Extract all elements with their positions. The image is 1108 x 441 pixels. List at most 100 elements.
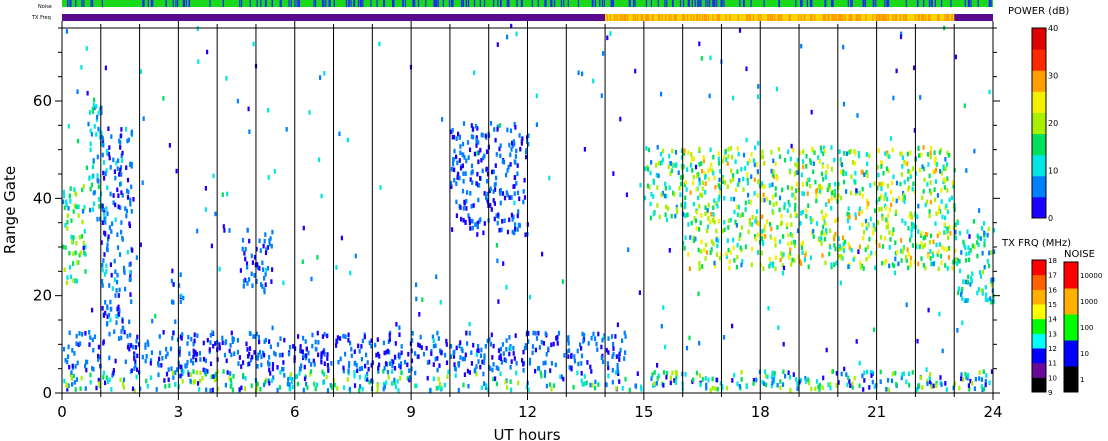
power-cell — [990, 250, 993, 255]
power-cell — [462, 382, 465, 388]
power-cell — [774, 237, 777, 243]
power-cell — [790, 143, 793, 149]
noise-strip-mark — [694, 0, 696, 7]
power-cell — [909, 150, 912, 156]
txfreq-band-mark — [914, 14, 917, 21]
power-cell — [388, 361, 391, 366]
power-cell — [844, 239, 847, 245]
noise-strip-mark — [143, 0, 145, 7]
txfreq-band-mark — [924, 14, 927, 21]
power-cell — [108, 312, 111, 318]
power-cell — [692, 180, 695, 186]
power-cell — [906, 247, 909, 252]
power-cell — [483, 381, 486, 386]
txfreq-band-mark — [614, 14, 616, 21]
power-cell — [481, 168, 484, 174]
power-cell — [91, 174, 94, 180]
power-cell — [199, 357, 202, 362]
power-cell — [342, 333, 345, 339]
noise-strip-mark — [391, 0, 394, 7]
noise-strip-mark — [610, 0, 612, 7]
power-cell — [84, 331, 87, 336]
power-cell — [717, 238, 720, 243]
power-cell — [474, 222, 477, 227]
power-cell — [888, 245, 891, 250]
txfreq-band-mark — [944, 14, 946, 21]
power-cell — [865, 152, 868, 157]
power-cell — [885, 387, 888, 392]
power-cell — [537, 330, 540, 336]
power-cell — [652, 180, 656, 185]
power-cell — [457, 171, 460, 177]
power-cell — [95, 104, 98, 109]
power-cell — [128, 346, 131, 352]
power-cell — [264, 282, 267, 287]
txfreq-band-mark — [797, 14, 800, 21]
power-cell — [703, 247, 706, 253]
power-cell — [436, 367, 439, 373]
noise-strip-mark — [142, 0, 144, 7]
power-cell — [256, 364, 259, 369]
power-cell — [67, 123, 70, 129]
txfreq-band-mark — [767, 14, 769, 21]
power-cell — [772, 169, 775, 174]
power-cell — [607, 373, 610, 379]
power-cell — [248, 129, 251, 134]
txfreq-band-mark — [917, 14, 919, 21]
power-cell — [71, 348, 74, 353]
power-cell — [957, 290, 960, 296]
txfreq-scale-tick: 15 — [1048, 301, 1057, 309]
power-cell — [772, 377, 775, 382]
power-cell — [885, 166, 888, 171]
power-cell — [660, 91, 663, 97]
power-cell — [97, 353, 100, 359]
power-cell — [713, 175, 716, 181]
power-cell — [695, 218, 698, 223]
power-cell — [700, 213, 703, 218]
power-cell — [167, 377, 170, 383]
power-cell — [763, 184, 766, 189]
power-cell — [789, 374, 792, 380]
power-cell — [576, 370, 579, 376]
power-cell — [221, 340, 224, 346]
power-cell — [597, 382, 600, 387]
power-cell — [76, 89, 79, 94]
power-cell — [116, 232, 119, 237]
power-cell — [614, 334, 617, 339]
power-cell — [511, 217, 514, 222]
power-cell — [928, 173, 931, 179]
power-cell — [495, 152, 498, 157]
power-cell — [445, 338, 448, 344]
power-cell — [91, 164, 94, 170]
power-cell — [326, 356, 329, 361]
power-cell — [825, 347, 828, 353]
power-cell — [879, 369, 882, 375]
power-cell — [252, 334, 255, 339]
power-cell — [180, 293, 183, 298]
power-cell — [786, 222, 789, 228]
power-cell — [73, 380, 76, 385]
power-cell — [868, 385, 871, 390]
power-cell — [698, 260, 701, 266]
power-cell — [760, 154, 764, 160]
power-cell — [120, 229, 123, 235]
power-cell — [310, 362, 313, 367]
power-cell — [429, 387, 432, 393]
power-cell — [78, 331, 81, 336]
power-cell — [968, 257, 971, 262]
power-cell — [936, 161, 939, 167]
power-cell — [399, 364, 402, 370]
power-cell — [763, 381, 766, 386]
noise-strip-mark — [716, 0, 718, 7]
power-cell — [964, 279, 968, 285]
power-cell — [822, 177, 825, 182]
power-cell — [684, 213, 687, 218]
noise-strip-mark — [425, 0, 427, 7]
power-cell — [872, 230, 875, 236]
noise-scale-tick: 1000 — [1080, 298, 1098, 306]
txfreq-band-mark — [626, 14, 629, 21]
power-cell — [264, 267, 268, 273]
txfreq-band-mark — [778, 14, 780, 21]
noise-strip-mark — [328, 0, 330, 7]
power-cell — [303, 364, 306, 370]
